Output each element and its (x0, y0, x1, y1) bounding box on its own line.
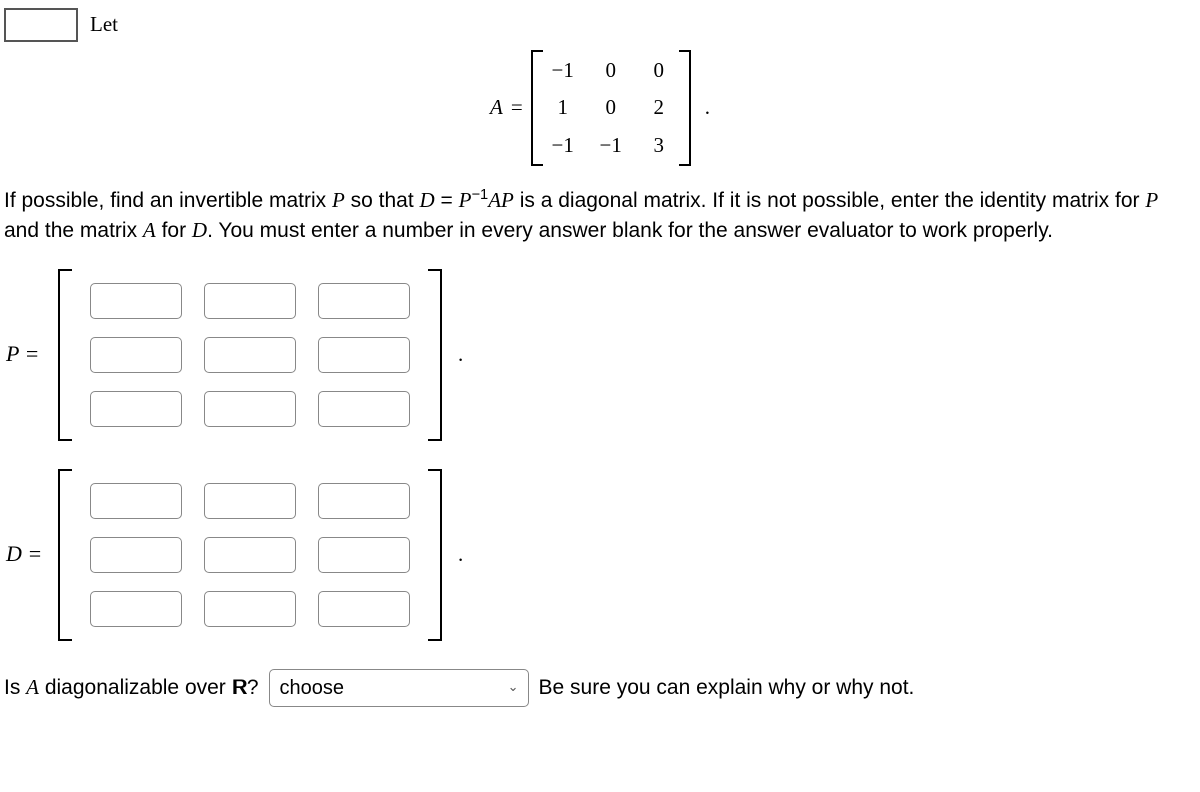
matrix-A-grid: −1 0 0 1 0 2 −1 −1 3 (543, 50, 679, 166)
d-input-32[interactable] (204, 591, 296, 627)
P-equals-label: P = (6, 339, 48, 370)
D-symbol: D (420, 188, 435, 212)
right-bracket-icon (679, 50, 691, 166)
right-bracket-icon (428, 469, 442, 641)
header-row: Let (4, 8, 1196, 42)
instr-text: = (435, 189, 459, 212)
instr-text: is a diagonal matrix. If it is not possi… (514, 189, 1145, 212)
p-input-23[interactable] (318, 337, 410, 373)
instr-text: and the matrix (4, 219, 143, 242)
matrix-cell: −1 (597, 131, 625, 160)
matrix-D-answer: D = . (4, 469, 1196, 641)
inverse-exponent: −1 (471, 187, 488, 203)
P-symbol: P (332, 188, 345, 212)
instr-text: . You must enter a number in every answe… (207, 219, 1053, 242)
d-input-11[interactable] (90, 483, 182, 519)
period: . (458, 540, 463, 569)
explain-hint: Be sure you can explain why or why not. (539, 673, 915, 702)
instr-text: for (156, 219, 192, 242)
matrix-cell: 0 (597, 56, 625, 85)
matrix-cell: 3 (645, 131, 673, 160)
A-symbol: A (488, 188, 501, 212)
instr-text: If possible, find an invertible matrix (4, 189, 332, 212)
d-input-31[interactable] (90, 591, 182, 627)
p-input-22[interactable] (204, 337, 296, 373)
d-input-33[interactable] (318, 591, 410, 627)
matrix-cell: −1 (549, 56, 577, 85)
left-bracket-icon (58, 469, 72, 641)
real-numbers-symbol: R (232, 673, 247, 702)
diagonalizable-question: Is A diagonalizable over R? choose ⌄ Be … (4, 669, 1196, 707)
A-symbol: A (143, 218, 156, 242)
left-bracket-icon (531, 50, 543, 166)
matrix-A-equation: A = −1 0 0 1 0 2 −1 −1 3 . (4, 50, 1196, 166)
choose-select-wrap: choose ⌄ (269, 669, 529, 707)
q-text: diagonalizable over (39, 676, 232, 699)
matrix-A-brackets: −1 0 0 1 0 2 −1 −1 3 (531, 50, 691, 166)
matrix-cell: 1 (549, 93, 577, 122)
P-symbol: P (1145, 188, 1158, 212)
p-input-12[interactable] (204, 283, 296, 319)
matrix-P-inputs (82, 269, 418, 441)
d-input-13[interactable] (318, 483, 410, 519)
P-symbol: P (501, 188, 514, 212)
d-input-21[interactable] (90, 537, 182, 573)
P-symbol: P (459, 188, 472, 212)
let-label: Let (90, 10, 118, 39)
matrix-cell: 0 (645, 56, 673, 85)
p-input-33[interactable] (318, 391, 410, 427)
A-symbol: A (26, 675, 39, 699)
d-input-12[interactable] (204, 483, 296, 519)
instructions-text: If possible, find an invertible matrix P… (4, 186, 1196, 245)
matrix-D-inputs (82, 469, 418, 641)
matrix-P-answer: P = . (4, 269, 1196, 441)
period: . (705, 93, 710, 122)
matrix-cell: −1 (549, 131, 577, 160)
p-input-21[interactable] (90, 337, 182, 373)
period: . (458, 340, 463, 369)
q-text: Is (4, 676, 26, 699)
matrix-cell: 0 (597, 93, 625, 122)
left-bracket-icon (58, 269, 72, 441)
question-text: Is A diagonalizable over R? (4, 673, 259, 702)
p-input-32[interactable] (204, 391, 296, 427)
matrix-A-symbol: A (490, 93, 503, 122)
right-bracket-icon (428, 269, 442, 441)
p-input-11[interactable] (90, 283, 182, 319)
diagonalizable-select[interactable]: choose (269, 669, 529, 707)
q-text: ? (247, 676, 259, 699)
D-symbol: D (192, 218, 207, 242)
equals-sign: = (511, 93, 523, 122)
p-input-31[interactable] (90, 391, 182, 427)
d-input-23[interactable] (318, 537, 410, 573)
instr-text: so that (345, 189, 420, 212)
d-input-22[interactable] (204, 537, 296, 573)
p-input-13[interactable] (318, 283, 410, 319)
problem-number-input[interactable] (4, 8, 78, 42)
matrix-cell: 2 (645, 93, 673, 122)
D-equals-label: D = (6, 539, 48, 570)
